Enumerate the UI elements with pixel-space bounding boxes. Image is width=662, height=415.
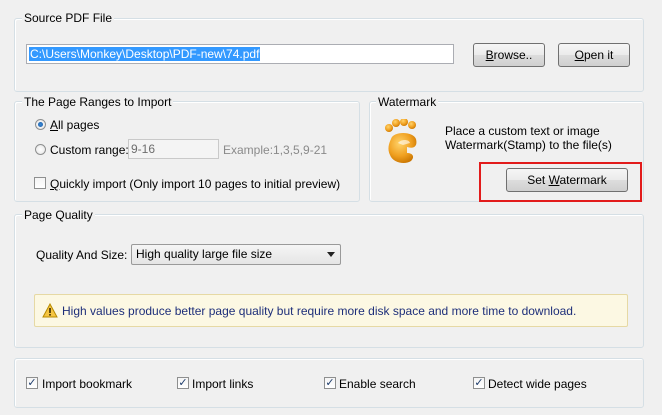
- watermark-desc-line1: Place a custom text or image: [445, 124, 600, 138]
- all-pages-radio[interactable]: [35, 119, 46, 130]
- custom-range-example: Example:1,3,5,9-21: [223, 143, 328, 157]
- custom-range-radio[interactable]: [35, 144, 46, 155]
- open-it-label: Open it: [574, 48, 614, 62]
- import-bookmark-checkbox[interactable]: ✓: [26, 377, 38, 389]
- footprint-icon: [385, 119, 417, 163]
- all-pages-label[interactable]: All pages: [50, 118, 99, 132]
- watermark-legend: Watermark: [376, 95, 439, 109]
- page-quality-group: [14, 214, 644, 348]
- quality-select-value: High quality large file size: [136, 247, 273, 261]
- warning-icon: [42, 303, 58, 318]
- browse-button[interactable]: Browse..: [473, 43, 545, 67]
- quality-select[interactable]: High quality large file size: [131, 244, 341, 265]
- quality-info-bar: High values produce better page quality …: [34, 294, 628, 327]
- custom-range-input[interactable]: 9-16: [128, 139, 219, 159]
- set-watermark-button[interactable]: Set Watermark: [506, 168, 628, 192]
- page-quality-legend: Page Quality: [22, 208, 95, 222]
- source-path-field[interactable]: C:\Users\Monkey\Desktop\PDF-new\74.pdf: [26, 44, 454, 64]
- import-links-label[interactable]: Import links: [192, 377, 253, 391]
- open-it-button[interactable]: Open it: [558, 43, 630, 67]
- browse-label: Browse..: [485, 48, 533, 62]
- custom-range-label[interactable]: Custom range:: [50, 143, 129, 157]
- page-ranges-legend: The Page Ranges to Import: [22, 95, 174, 109]
- source-path-text: C:\Users\Monkey\Desktop\PDF-new\74.pdf: [29, 47, 261, 61]
- chevron-down-icon: [327, 252, 335, 257]
- detect-wide-pages-checkbox[interactable]: ✓: [473, 377, 485, 389]
- enable-search-label[interactable]: Enable search: [339, 377, 416, 391]
- source-pdf-legend: Source PDF File: [22, 11, 115, 25]
- import-links-checkbox[interactable]: ✓: [177, 377, 189, 389]
- enable-search-checkbox[interactable]: ✓: [324, 377, 336, 389]
- import-bookmark-label[interactable]: Import bookmark: [42, 377, 132, 391]
- watermark-desc-line2: Watermark(Stamp) to the file(s): [445, 138, 612, 152]
- quick-import-checkbox[interactable]: [34, 177, 46, 189]
- quick-import-label[interactable]: Quickly import (Only import 10 pages to …: [50, 177, 340, 191]
- quality-info-text: High values produce better page quality …: [62, 304, 577, 318]
- detect-wide-pages-label[interactable]: Detect wide pages: [488, 377, 587, 391]
- quality-size-label: Quality And Size:: [36, 248, 128, 262]
- set-watermark-label: Set Watermark: [527, 173, 607, 187]
